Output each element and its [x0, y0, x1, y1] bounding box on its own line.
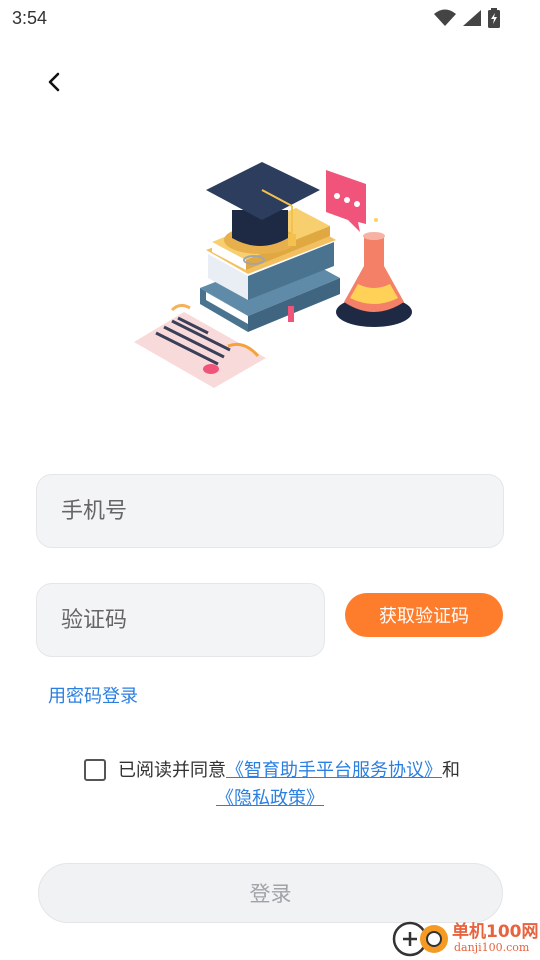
watermark-logo-icon [392, 921, 448, 957]
chevron-left-icon [48, 72, 60, 92]
status-bar: 3:54 [0, 0, 540, 38]
back-button[interactable] [38, 66, 70, 98]
agreement-checkbox[interactable] [84, 759, 106, 781]
password-login-link[interactable]: 用密码登录 [48, 682, 138, 708]
agreement-connector: 和 [442, 760, 460, 781]
watermark: 单机100网 danji100.com [390, 915, 540, 959]
verification-code-field[interactable] [36, 583, 325, 657]
education-illustration [134, 162, 412, 388]
phone-field[interactable] [36, 474, 504, 548]
signal-icon [463, 10, 481, 26]
watermark-en: danji100.com [454, 941, 530, 954]
get-code-button[interactable]: 获取验证码 [345, 593, 503, 637]
login-button[interactable]: 登录 [38, 863, 503, 923]
status-time: 3:54 [12, 8, 48, 28]
service-agreement-link[interactable]: 《智育助手平台服务协议》 [226, 760, 442, 781]
agreement-prefix: 已阅读并同意 [118, 760, 226, 781]
watermark-cn: 单机100网 [452, 922, 539, 942]
flask-icon [336, 218, 412, 327]
chat-bubble-icon [326, 170, 366, 232]
verification-code-input[interactable] [37, 584, 324, 656]
phone-input[interactable] [37, 475, 503, 547]
battery-icon [488, 8, 500, 28]
privacy-policy-link[interactable]: 《隐私政策》 [216, 784, 324, 810]
status-icons [434, 8, 500, 28]
agreement-text: 已阅读并同意《智育助手平台服务协议》和 [118, 757, 460, 785]
wifi-icon [434, 9, 456, 26]
